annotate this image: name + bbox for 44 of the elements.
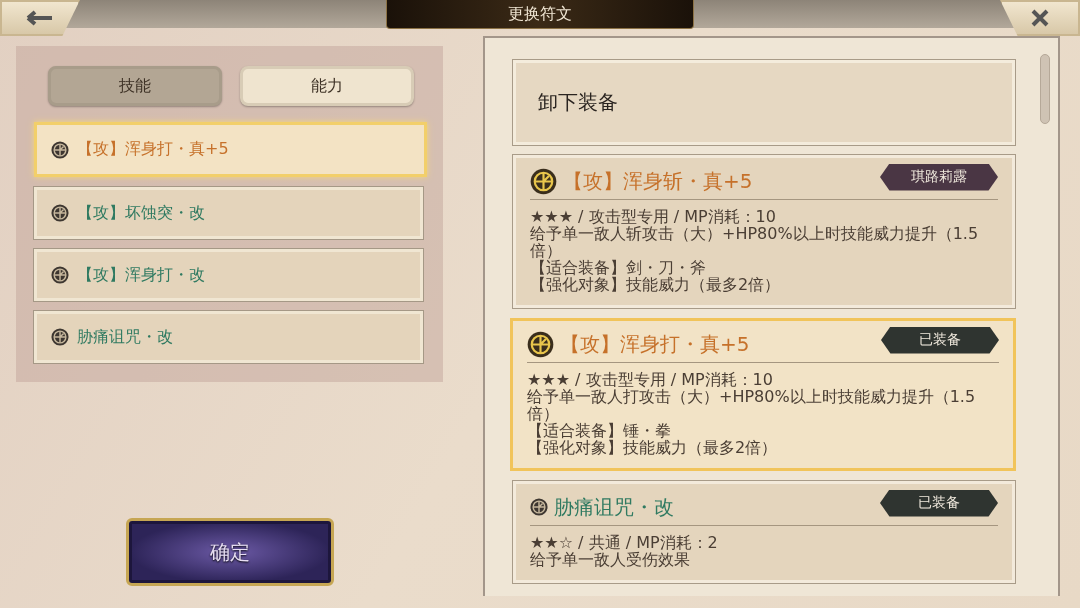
rune-icon <box>51 140 69 159</box>
rune-description: 【适合装备】剑・刀・斧 <box>530 259 707 276</box>
rune-description: ★★★ / 攻击型专用 / MP消耗：10 <box>527 371 774 388</box>
rune-title: 【攻】浑身打・真+5 <box>560 330 751 358</box>
rune-card[interactable]: 胁痛诅咒・改 已装备 ★★☆ / 共通 / MP消耗：2 给予单一敌人受伤效果 <box>513 481 1015 583</box>
confirm-button[interactable]: 确定 <box>126 518 334 586</box>
rune-icon <box>530 167 557 195</box>
rune-list-item[interactable]: 【攻】坏蚀突・改 <box>34 187 423 239</box>
rune-description: 给予单一敌人斩攻击（大）+HP80%以上时技能威力提升（1.5倍） <box>530 225 980 259</box>
rune-card[interactable]: 【攻】浑身斩・真+5 琪路莉露 ★★★ / 攻击型专用 / MP消耗：10 给予单一敌人斩攻击（大）+HP80%以上时技能威力提升（1.5倍） 【适合装备】剑・刀・斧 【强化对象】技能威力（最多2倍） <box>513 155 1015 308</box>
rune-description: ★★★ / 攻击型专用 / MP消耗：10 <box>530 208 777 225</box>
status-tag: 琪路莉露 <box>880 163 998 191</box>
rune-list-item[interactable]: 【攻】浑身打・改 <box>34 249 423 301</box>
rune-name: 【攻】坏蚀突・改 <box>77 202 205 224</box>
rune-title: 【攻】浑身斩・真+5 <box>563 167 754 195</box>
rune-description: 【适合装备】锤・拳 <box>527 422 672 439</box>
rune-icon <box>51 328 69 346</box>
rune-description: 【强化对象】技能威力（最多2倍） <box>527 439 779 456</box>
rune-list-item[interactable]: 【攻】浑身打・真+5 <box>34 122 427 177</box>
close-button[interactable] <box>1000 0 1080 36</box>
rune-icon <box>51 266 69 284</box>
rune-description: 给予单一敌人受伤效果 <box>530 551 691 568</box>
rune-icon <box>530 498 548 516</box>
rune-name: 【攻】浑身打・改 <box>77 264 205 286</box>
rune-name: 【攻】浑身打・真+5 <box>77 139 229 160</box>
status-tag: 已装备 <box>881 326 999 354</box>
rune-description: 给予单一敌人打攻击（大）+HP80%以上时技能威力提升（1.5倍） <box>527 388 977 422</box>
rune-description: ★★☆ / 共通 / MP消耗：2 <box>530 534 719 551</box>
category-tab[interactable]: 能力 <box>240 66 414 106</box>
rune-name: 胁痛诅咒・改 <box>77 326 173 348</box>
rune-description: 【强化对象】技能威力（最多2倍） <box>530 276 782 293</box>
back-button[interactable] <box>0 0 80 36</box>
rune-icon <box>51 204 69 222</box>
status-tag: 已装备 <box>880 489 998 517</box>
rune-card[interactable]: 【攻】浑身打・真+5 已装备 ★★★ / 攻击型专用 / MP消耗：10 给予单一敌人打攻击（大）+HP80%以上时技能威力提升（1.5倍） 【适合装备】锤・拳 【强化对象】技能威力（最多2倍） <box>510 318 1016 471</box>
rune-icon <box>527 330 554 358</box>
scrollbar[interactable] <box>1040 54 1050 124</box>
close-icon <box>1031 9 1049 27</box>
rune-list-item[interactable]: 胁痛诅咒・改 <box>34 311 423 363</box>
category-tab[interactable]: 技能 <box>48 66 222 106</box>
rune-title: 胁痛诅咒・改 <box>554 493 675 521</box>
window-title: 更换符文 <box>386 0 694 29</box>
back-arrow-icon <box>26 10 54 26</box>
unequip-button[interactable]: 卸下装备 <box>513 60 1015 145</box>
